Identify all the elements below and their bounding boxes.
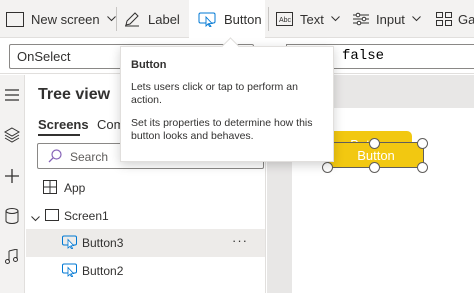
tooltip-help-text: Set its properties to determine how this… xyxy=(131,117,313,142)
plus-icon[interactable] xyxy=(0,164,24,188)
chevron-down-icon xyxy=(412,16,421,22)
button-button-text: Button xyxy=(224,11,262,27)
new-screen-button[interactable]: New screen xyxy=(6,0,116,38)
insert-label-button[interactable]: Label xyxy=(124,0,180,38)
new-screen-label: New screen xyxy=(31,11,100,27)
hamburger-menu-icon[interactable] xyxy=(0,83,24,107)
ribbon-divider xyxy=(116,7,117,31)
chevron-down-icon[interactable] xyxy=(31,211,40,225)
media-icon[interactable] xyxy=(0,245,24,269)
button-control-icon xyxy=(62,263,77,280)
insert-text-button[interactable]: Abc Text xyxy=(276,0,340,38)
tree-node-button2[interactable]: Button2 xyxy=(26,257,265,285)
button-tooltip: Button Lets users click or tap to perfor… xyxy=(120,46,334,162)
tree-node-label: Screen1 xyxy=(64,209,109,223)
sliders-icon xyxy=(353,12,369,26)
input-button-text: Input xyxy=(376,11,405,27)
edit-label-icon xyxy=(124,11,140,27)
tree-node-label: App xyxy=(64,181,86,195)
button-control-icon xyxy=(62,235,77,252)
canvas-button-label: Button xyxy=(357,147,395,163)
left-rail xyxy=(0,75,25,293)
new-screen-icon xyxy=(6,11,24,27)
resize-handle[interactable] xyxy=(369,138,380,149)
tree-node-button3[interactable]: Button3 ··· xyxy=(26,229,265,257)
tree-node-label: Button2 xyxy=(82,264,124,278)
command-ribbon: New screen Label Button Abc Text Input G… xyxy=(0,0,474,38)
search-icon xyxy=(48,149,62,166)
tree-node-app[interactable]: App xyxy=(26,174,265,202)
formula-input[interactable]: false xyxy=(342,48,384,64)
layers-icon[interactable] xyxy=(0,123,24,147)
resize-handle[interactable] xyxy=(417,138,428,149)
tree-node-screen[interactable]: Screen1 xyxy=(26,202,265,230)
chevron-down-icon xyxy=(330,16,340,22)
screen-icon xyxy=(45,209,59,224)
more-options-button[interactable]: ··· xyxy=(232,233,248,248)
property-dropdown-value: OnSelect xyxy=(17,49,71,64)
button-control-icon xyxy=(198,11,216,27)
data-cylinder-icon[interactable] xyxy=(0,204,24,228)
text-button-text: Text xyxy=(300,11,324,27)
active-tab-indicator xyxy=(38,134,80,136)
text-icon: Abc xyxy=(276,12,293,26)
app-grid-icon xyxy=(43,180,57,197)
panel-title: Tree view xyxy=(38,86,111,103)
gallery-button-text: Ga xyxy=(458,11,474,27)
gallery-icon xyxy=(436,12,452,26)
resize-handle[interactable] xyxy=(417,162,428,173)
svg-text:Abc: Abc xyxy=(279,17,292,24)
insert-gallery-button[interactable]: Ga xyxy=(436,0,474,38)
tooltip-title: Button xyxy=(131,59,167,71)
label-button-text: Label xyxy=(148,11,180,27)
tab-screens[interactable]: Screens xyxy=(38,117,89,132)
resize-handle[interactable] xyxy=(322,162,333,173)
insert-input-button[interactable]: Input xyxy=(353,0,421,38)
resize-handle[interactable] xyxy=(369,162,380,173)
tree-node-label: Button3 xyxy=(82,236,124,250)
insert-button-button[interactable]: Button xyxy=(189,0,265,38)
ribbon-divider xyxy=(268,7,269,31)
chevron-down-icon xyxy=(106,16,116,22)
search-placeholder: Search xyxy=(70,150,109,164)
tooltip-description: Lets users click or tap to perform an ac… xyxy=(131,81,298,106)
